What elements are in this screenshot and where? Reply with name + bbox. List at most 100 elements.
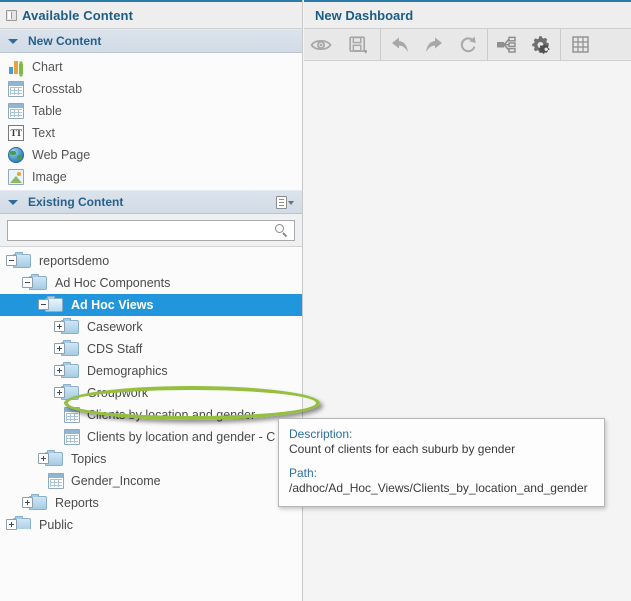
- tree-row-label: Reports: [55, 496, 99, 510]
- search-box[interactable]: [7, 220, 295, 241]
- grid-icon: [571, 36, 589, 53]
- existing-content-tree: reportsdemo Ad Hoc Components Ad Hoc Views…: [0, 247, 302, 536]
- folder-icon: [54, 318, 80, 335]
- tooltip-path-block: Path: /adhoc/Ad_Hoc_Views/Clients_by_loc…: [289, 466, 594, 496]
- tree-row-label: Clients by location and gender: [87, 408, 256, 422]
- tooltip-description-value: Count of clients for each suburb by gend…: [289, 442, 516, 456]
- expand-icon[interactable]: [54, 387, 65, 398]
- preview-button[interactable]: [304, 30, 338, 60]
- new-content-item-label: Text: [32, 126, 55, 140]
- dashboard-canvas-panel: New Dashboard: [304, 0, 631, 601]
- tooltip-path-value: /adhoc/Ad_Hoc_Views/Clients_by_location_…: [289, 481, 588, 495]
- dashboard-title: New Dashboard: [315, 7, 414, 23]
- new-content-item-text[interactable]: TT Text: [0, 122, 302, 144]
- toolbar-separator: [380, 28, 381, 61]
- tree-row-label: Ad Hoc Views: [71, 298, 154, 312]
- dashboard-toolbar: [304, 28, 631, 61]
- collapse-icon[interactable]: [38, 299, 49, 310]
- hyperlinks-button[interactable]: [490, 30, 524, 60]
- grid-toggle-button[interactable]: [563, 30, 597, 60]
- new-content-item-label: Web Page: [32, 148, 91, 162]
- dashboard-properties-button[interactable]: [524, 30, 558, 60]
- ad-hoc-view-icon: [48, 473, 64, 489]
- collapse-icon[interactable]: [22, 277, 33, 288]
- folder-icon: [38, 450, 64, 467]
- chevron-down-icon: [8, 199, 18, 205]
- new-content-item-image[interactable]: Image: [0, 166, 302, 188]
- list-options-icon[interactable]: [276, 196, 294, 209]
- save-disk-icon: [349, 35, 367, 54]
- folder-icon: [54, 384, 80, 401]
- tree-row-label: CDS Staff: [87, 342, 143, 356]
- tree-empty-area: [0, 529, 302, 601]
- tree-row[interactable]: Clients by location and gender: [0, 404, 302, 426]
- tree-row[interactable]: Ad Hoc Views: [0, 294, 302, 316]
- folder-icon: [38, 296, 64, 313]
- new-content-label: New Content: [28, 34, 102, 48]
- expand-icon[interactable]: [54, 343, 65, 354]
- new-content-item-label: Table: [32, 104, 62, 118]
- folder-icon: [54, 340, 80, 357]
- tree-row[interactable]: Gender_Income: [0, 470, 302, 492]
- new-content-section-header[interactable]: New Content: [0, 29, 302, 53]
- new-content-item-table[interactable]: Table: [0, 100, 302, 122]
- tree-row[interactable]: Casework: [0, 316, 302, 338]
- folder-icon: [6, 252, 32, 269]
- tree-row-label: Casework: [87, 320, 143, 334]
- expand-icon[interactable]: [38, 453, 49, 464]
- tree-row[interactable]: Demographics: [0, 360, 302, 382]
- save-button[interactable]: [338, 30, 378, 60]
- crosstab-icon: [8, 81, 24, 97]
- expand-icon[interactable]: [22, 497, 33, 508]
- search-icon[interactable]: [275, 224, 289, 238]
- redo-button[interactable]: [417, 30, 451, 60]
- tree-row[interactable]: Topics: [0, 448, 302, 470]
- tree-row[interactable]: CDS Staff: [0, 338, 302, 360]
- existing-content-section-header[interactable]: Existing Content: [0, 190, 302, 214]
- text-icon: TT: [8, 125, 24, 141]
- chevron-down-icon: [288, 200, 294, 205]
- tree-row[interactable]: Ad Hoc Components: [0, 272, 302, 294]
- tree-row[interactable]: Clients by location and gender - C: [0, 426, 302, 448]
- tree-row-label: Gender_Income: [71, 474, 161, 488]
- web-page-icon: [8, 147, 24, 163]
- folder-icon: [22, 274, 48, 291]
- collapse-icon[interactable]: [6, 255, 17, 266]
- search-row: [0, 214, 302, 247]
- tree-row-label: Ad Hoc Components: [55, 276, 171, 290]
- available-content-titlebar: Available Content: [0, 0, 302, 29]
- tooltip-description-block: Description: Count of clients for each s…: [289, 427, 594, 457]
- panel-collapse-icon[interactable]: [6, 9, 17, 21]
- undo-arrow-icon: [392, 37, 408, 52]
- dashboard-canvas[interactable]: [304, 62, 631, 601]
- new-content-item-label: Image: [32, 170, 67, 184]
- existing-content-label: Existing Content: [28, 195, 124, 209]
- new-content-item-chart[interactable]: Chart: [0, 56, 302, 78]
- tree-row[interactable]: Reports: [0, 492, 302, 514]
- ad-hoc-view-icon: [64, 407, 80, 423]
- new-content-item-crosstab[interactable]: Crosstab: [0, 78, 302, 100]
- tooltip-description-label: Description:: [289, 427, 353, 441]
- refresh-icon: [460, 36, 476, 53]
- table-icon: [8, 103, 24, 119]
- toolbar-group-history: [383, 29, 485, 60]
- item-details-tooltip: Description: Count of clients for each s…: [278, 418, 605, 507]
- search-input[interactable]: [8, 221, 294, 240]
- toolbar-separator: [487, 28, 488, 61]
- toolbar-group-file: [304, 29, 378, 60]
- expand-icon[interactable]: [6, 519, 17, 530]
- new-content-item-label: Crosstab: [32, 82, 83, 96]
- tree-row-label: reportsdemo: [39, 254, 110, 268]
- reset-button[interactable]: [451, 30, 485, 60]
- expand-icon[interactable]: [54, 365, 65, 376]
- expand-icon[interactable]: [54, 321, 65, 332]
- undo-button[interactable]: [383, 30, 417, 60]
- new-content-item-web-page[interactable]: Web Page: [0, 144, 302, 166]
- tree-row-label: Clients by location and gender - C: [87, 430, 276, 444]
- dashboard-titlebar: New Dashboard: [304, 0, 631, 29]
- gears-icon: [532, 36, 550, 54]
- tree-row[interactable]: reportsdemo: [0, 250, 302, 272]
- ad-hoc-view-icon: [64, 429, 80, 445]
- toolbar-group-settings: [490, 29, 558, 60]
- tree-row[interactable]: Groupwork: [0, 382, 302, 404]
